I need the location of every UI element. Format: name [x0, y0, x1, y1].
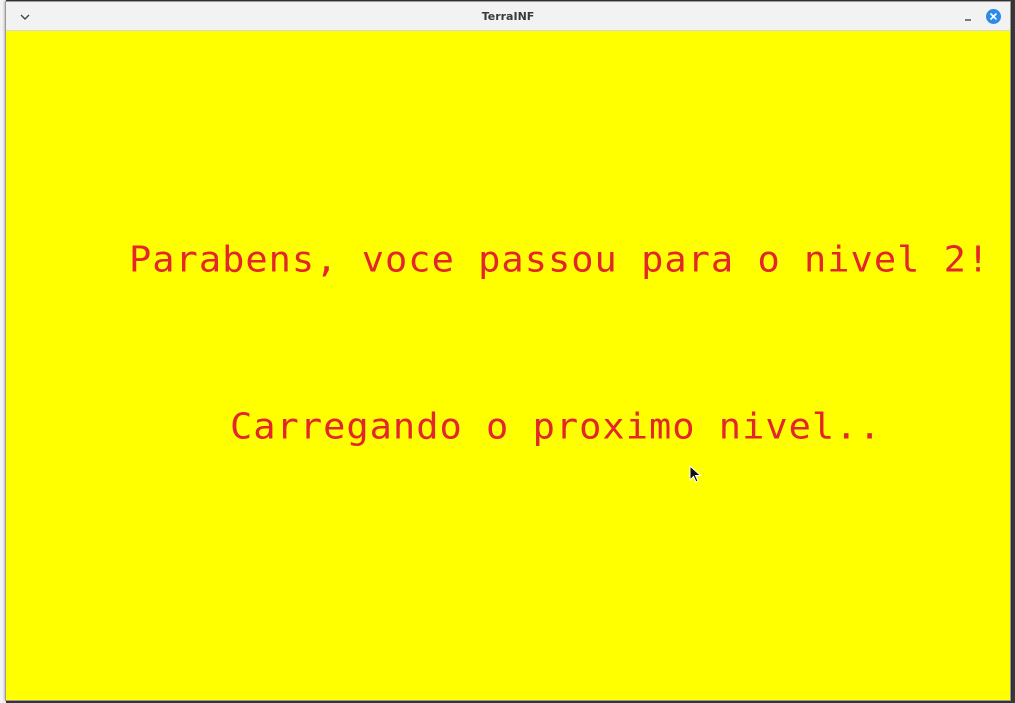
- mouse-cursor-icon: [689, 464, 703, 485]
- game-canvas[interactable]: Parabens, voce passou para o nivel 2! Ca…: [6, 31, 1010, 700]
- app-window: TerraINF Parabens, voce passou para o ni…: [5, 1, 1011, 701]
- loading-message: Carregando o proximo nivel..: [230, 406, 882, 447]
- minimize-icon[interactable]: [961, 9, 975, 23]
- level-complete-message: Parabens, voce passou para o nivel 2!: [129, 239, 991, 280]
- close-icon[interactable]: [986, 9, 1001, 24]
- title-bar[interactable]: TerraINF: [6, 2, 1010, 31]
- window-title: TerraINF: [481, 10, 535, 23]
